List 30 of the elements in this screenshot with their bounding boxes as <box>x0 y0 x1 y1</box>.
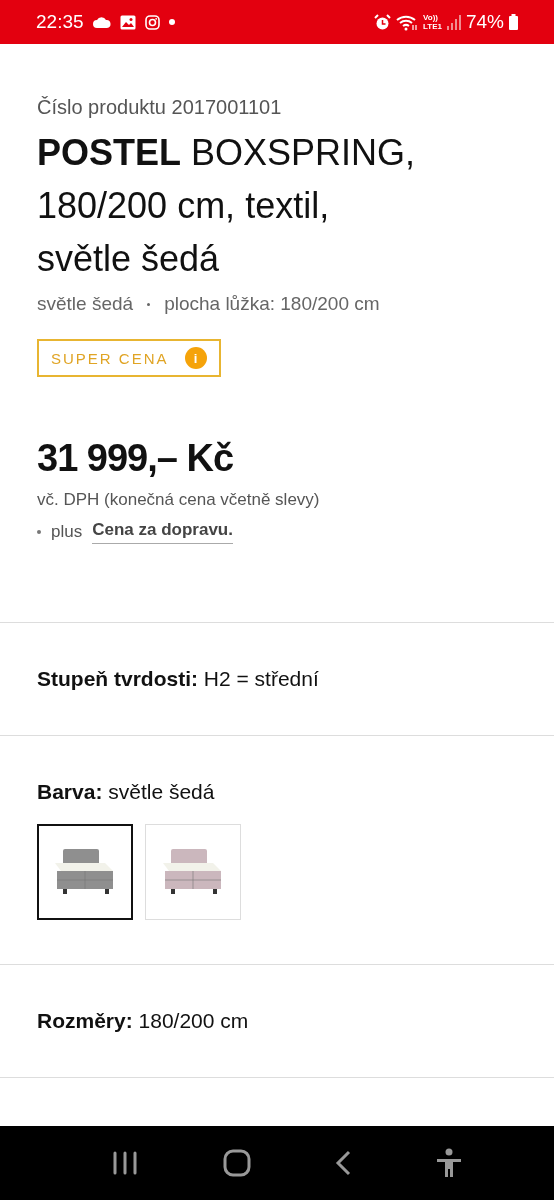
badge-label: SUPER CENA <box>51 349 169 367</box>
product-title: POSTEL BOXSPRING, 180/200 cm, textil, světle šedá <box>37 131 417 281</box>
home-icon[interactable] <box>222 1149 251 1177</box>
product-number: Číslo produktu 2017001101 <box>37 96 283 119</box>
product-attribute: plocha lůžka: 180/200 cm <box>164 293 380 315</box>
accessibility-icon[interactable] <box>435 1148 462 1178</box>
cloud-icon <box>92 16 111 28</box>
battery-icon <box>509 14 518 30</box>
attribute-line: Barva: světle šedá <box>37 780 216 804</box>
attribute-line: Stupeň tvrdosti: H2 = střední <box>37 667 320 691</box>
attribute-line: Rozměry: 180/200 cm <box>37 1009 250 1033</box>
separator-dot <box>147 302 151 306</box>
product-attribute: světle šedá <box>37 293 134 315</box>
price: 31 999,– Kč <box>37 437 235 480</box>
shipping-cost-link[interactable]: Cena za dopravu. <box>92 520 233 544</box>
color-swatch[interactable] <box>37 824 133 920</box>
vat-note: vč. DPH (konečná cena včetně slevy) <box>37 490 321 510</box>
bullet-icon <box>37 530 41 534</box>
volte-label: Vo)) LTE1 <box>423 13 442 31</box>
signal-icon <box>446 14 461 30</box>
battery-percent: 74% <box>465 11 504 33</box>
shipping-prefix: plus <box>51 522 83 542</box>
wifi-icon <box>396 13 418 31</box>
alarm-icon <box>374 13 391 31</box>
recent-apps-icon[interactable] <box>112 1151 139 1175</box>
camera-icon <box>144 14 160 30</box>
back-icon[interactable] <box>335 1150 352 1176</box>
dot-icon <box>168 19 175 25</box>
image-icon <box>119 14 136 30</box>
clock: 22:35 <box>36 11 84 33</box>
